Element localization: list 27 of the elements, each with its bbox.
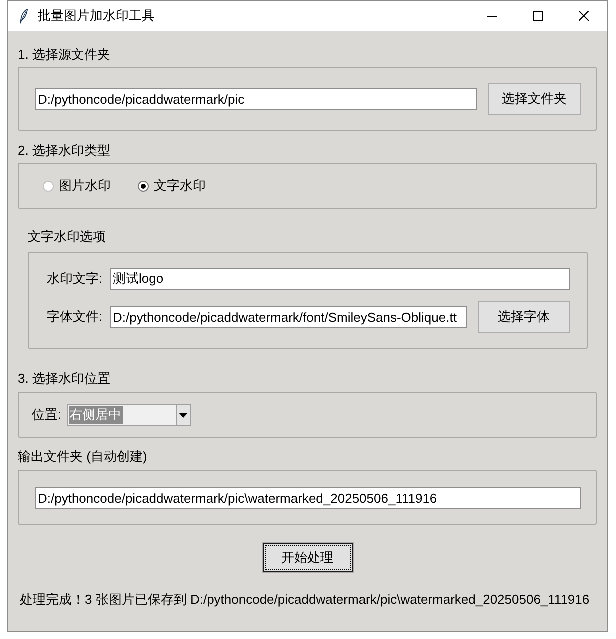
- field-label: 字体文件:: [47, 308, 104, 326]
- radio-option[interactable]: 文字水印: [138, 178, 206, 194]
- radio-icon[interactable]: [43, 180, 54, 192]
- caret-icon: [178, 412, 188, 418]
- path-field[interactable]: D:/pythoncode/picaddwatermark/pic\watermarked_20250506_111916: [35, 487, 581, 509]
- browse-folder-button[interactable]: 选择文件夹: [488, 83, 581, 115]
- section-label: 3. 选择水印位置: [18, 371, 110, 387]
- combobox-value: 右侧居中: [68, 406, 123, 424]
- text-field[interactable]: 测试logo: [110, 268, 570, 290]
- path-field[interactable]: D:/pythoncode/picaddwatermark/pic: [35, 88, 477, 110]
- status-message: 处理完成！3 张图片已保存到 D:/pythoncode/picaddwatermark/pic\watermarked_20250506_111916: [20, 592, 590, 608]
- radio-icon[interactable]: [138, 180, 149, 192]
- section-label: 1. 选择源文件夹: [18, 47, 110, 63]
- file-path-field[interactable]: D:/pythoncode/picaddwatermark/font/SmileySans-Oblique.tt: [110, 306, 467, 328]
- close-icon: [579, 11, 589, 21]
- field-label: 位置:: [32, 406, 62, 424]
- start-button[interactable]: 开始处理: [262, 542, 354, 573]
- section-label: 2. 选择水印类型: [18, 143, 110, 159]
- radio-option[interactable]: 图片水印: [43, 178, 111, 194]
- section-label: 输出文件夹 (自动创建): [18, 449, 148, 465]
- dropdown-button[interactable]: [176, 405, 190, 425]
- choose-font-button[interactable]: 选择字体: [478, 301, 570, 333]
- feather-icon: [20, 8, 28, 24]
- field-label: 水印文字:: [47, 270, 104, 288]
- maximize-icon: [533, 11, 543, 21]
- window-title: 批量图片加水印工具: [38, 7, 155, 25]
- section-label: 文字水印选项: [28, 229, 106, 245]
